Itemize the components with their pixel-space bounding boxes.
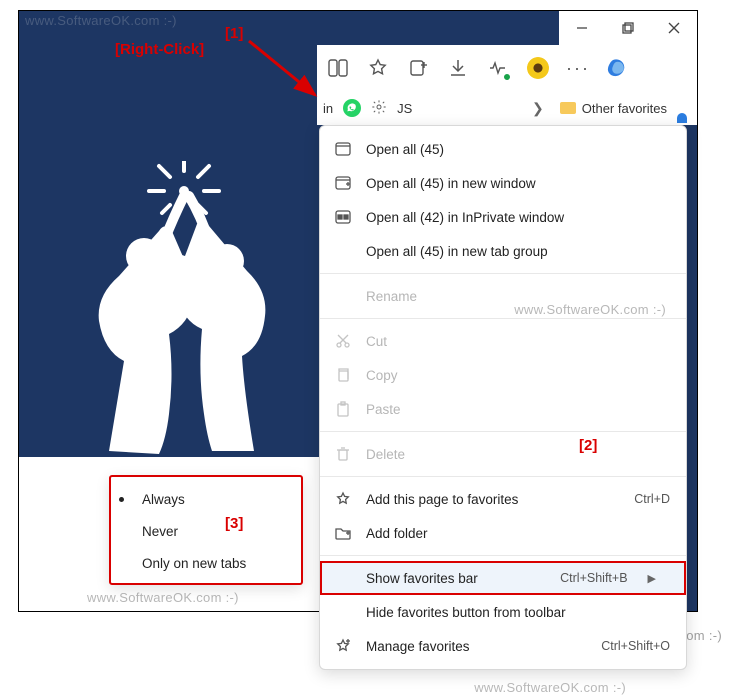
annotation-step3: [3] [225,515,243,532]
menu-paste: Paste [320,392,686,426]
submenu-arrow-icon: ▶ [648,572,656,585]
favbar-js-label[interactable]: JS [397,101,412,116]
menu-rename: Rename [320,279,686,313]
split-screen-icon[interactable] [327,57,349,79]
menu-open-all-tabgroup[interactable]: Open all (45) in new tab group [320,234,686,268]
shortcut-label: Ctrl+Shift+O [601,639,670,653]
annotation-step2: [2] [579,437,597,454]
more-menu-icon[interactable]: ··· [567,57,589,79]
collections-icon[interactable] [407,57,429,79]
favorites-bar: in JS ❯ Other favorites [317,91,697,125]
folder-add-icon [334,524,352,542]
submenu-never[interactable]: Never [111,515,301,547]
performance-icon[interactable] [487,57,509,79]
menu-open-all-new-window[interactable]: Open all (45) in new window [320,166,686,200]
star-add-icon [334,490,352,508]
window-close-button[interactable] [651,11,697,45]
menu-show-favorites-bar[interactable]: Show favorites bar Ctrl+Shift+B ▶ [320,561,686,595]
favbar-profile-indicator [677,113,687,123]
screenshot-frame: www.SoftwareOK.com :-) [18,10,698,612]
menu-open-all[interactable]: Open all (45) [320,132,686,166]
new-window-icon [334,174,352,192]
highfive-illustration [49,161,319,461]
favbar-overflow-chevron-icon[interactable]: ❯ [532,100,550,117]
annotation-step1: [1] [225,25,243,42]
folder-icon [560,102,576,114]
open-all-icon [334,140,352,158]
delete-icon [334,445,352,463]
window-minimize-button[interactable] [559,11,605,45]
favorites-star-icon[interactable] [367,57,389,79]
copy-icon [334,366,352,384]
watermark: www.SoftwareOK.com :-) [25,13,177,28]
window-restore-button[interactable] [605,11,651,45]
favorites-context-menu: Open all (45) Open all (45) in new windo… [319,125,687,670]
watermark: www.SoftwareOK.com :-) [474,680,626,695]
window-controls [559,11,697,45]
menu-separator [320,555,686,556]
downloads-icon[interactable] [447,57,469,79]
annotation-right-click: [Right-Click] [115,41,204,58]
paste-icon [334,400,352,418]
other-favorites-folder[interactable]: Other favorites [560,101,667,116]
menu-cut: Cut [320,324,686,358]
star-manage-icon [334,637,352,655]
shortcut-label: Ctrl+D [634,492,670,506]
watermark: www.SoftwareOK.com :-) [87,590,239,605]
profile-avatar-icon[interactable] [527,57,549,79]
whatsapp-icon[interactable] [343,99,361,117]
menu-manage-favorites[interactable]: Manage favorites Ctrl+Shift+O [320,629,686,663]
selected-dot-icon [119,497,124,502]
cut-icon [334,332,352,350]
menu-add-page-to-favorites[interactable]: Add this page to favorites Ctrl+D [320,482,686,516]
annotation-arrow [219,31,329,111]
menu-hide-favorites-button[interactable]: Hide favorites button from toolbar [320,595,686,629]
menu-separator [320,431,686,432]
submenu-only-new-tabs[interactable]: Only on new tabs [111,547,301,579]
browser-toolbar: ··· [317,45,697,91]
submenu-always[interactable]: Always [111,483,301,515]
menu-delete: Delete [320,437,686,471]
shortcut-label: Ctrl+Shift+B [560,571,627,585]
menu-add-folder[interactable]: Add folder [320,516,686,550]
menu-open-all-inprivate[interactable]: Open all (42) in InPrivate window [320,200,686,234]
menu-separator [320,476,686,477]
menu-copy: Copy [320,358,686,392]
menu-separator [320,318,686,319]
settings-gear-icon[interactable] [371,99,387,118]
inprivate-icon [334,208,352,226]
copilot-icon[interactable] [607,56,631,80]
menu-separator [320,273,686,274]
desktop-background: www.SoftwareOK.com :-) [19,11,697,611]
show-favorites-bar-submenu: Always Never Only on new tabs [109,475,303,585]
